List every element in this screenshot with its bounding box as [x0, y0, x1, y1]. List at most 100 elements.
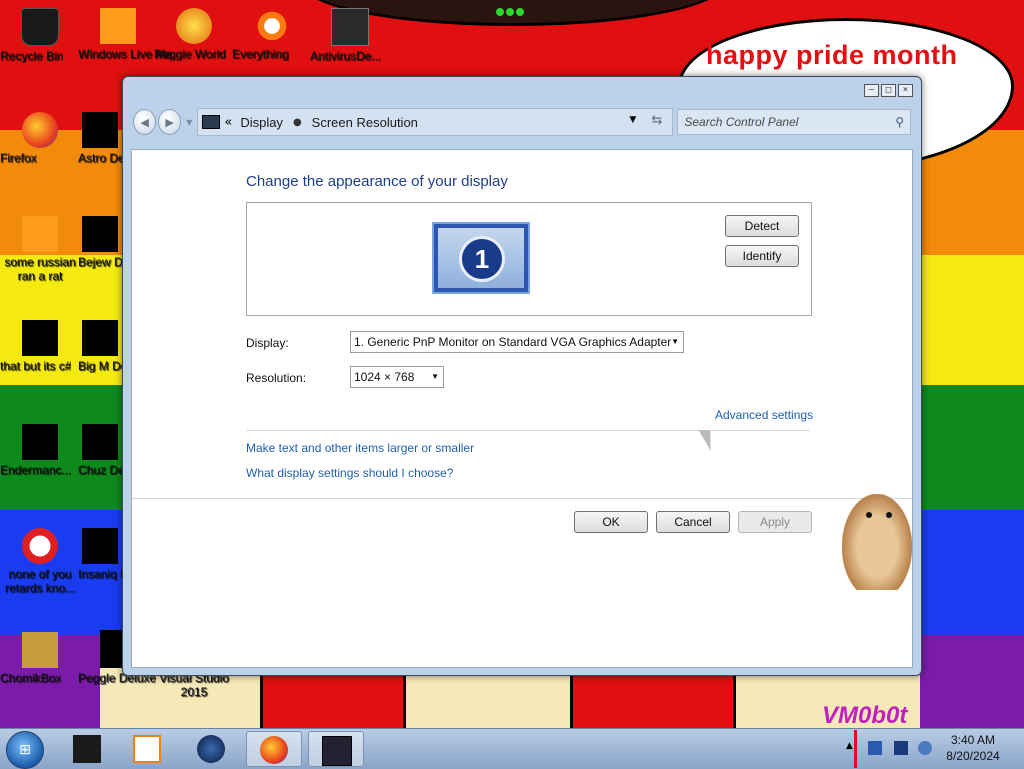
cancel-button[interactable]: Cancel	[656, 511, 730, 533]
display-select-value: 1. Generic PnP Monitor on Standard VGA G…	[354, 335, 672, 349]
back-arrow-icon: ◀	[140, 115, 149, 129]
taskbar-app-1[interactable]	[60, 731, 116, 767]
app-icon	[22, 424, 58, 460]
text-size-link[interactable]: Make text and other items larger or smal…	[246, 441, 474, 455]
monitor-icon[interactable]: 1	[432, 222, 530, 294]
desktop-icon-firefox[interactable]: Firefox	[0, 112, 80, 165]
identify-button[interactable]: Identify	[725, 245, 799, 267]
action-center-icon[interactable]	[894, 741, 908, 755]
chevron-down-icon: ▼	[431, 372, 439, 381]
network-icon[interactable]	[868, 741, 882, 755]
file-icon	[22, 320, 58, 356]
address-dropdown-icon[interactable]: ▼	[629, 115, 636, 125]
display-select[interactable]: 1. Generic PnP Monitor on Standard VGA G…	[350, 331, 684, 353]
file-icon	[22, 216, 58, 252]
page-title: Change the appearance of your display	[246, 173, 508, 190]
windows-logo-icon: ⊞	[19, 742, 31, 758]
desktop-icon-everything[interactable]: Everything	[232, 8, 312, 61]
everything-icon	[254, 8, 290, 44]
back-button[interactable]: ◀	[133, 109, 157, 135]
antivirus-icon	[331, 8, 369, 46]
desktop-icon-insaniquarium[interactable]: Insaniq Delu	[78, 528, 145, 581]
taskbar-app-firefox[interactable]	[246, 731, 302, 767]
speech-bubble-text: happy pride month	[706, 40, 958, 70]
apply-button[interactable]: Apply	[738, 511, 812, 533]
control-panel-icon	[202, 115, 221, 129]
black-box-icon	[73, 735, 101, 763]
window-controls: – □ ×	[864, 84, 913, 97]
desktop-icon-russian-rat[interactable]: some russian ran a rat	[0, 216, 80, 283]
refresh-icon[interactable]: ⇆	[651, 113, 662, 128]
footer-divider	[132, 498, 912, 499]
search-icon[interactable]: ⚲	[895, 115, 904, 129]
game-icon	[82, 112, 118, 148]
resolution-select-value: 1024 × 768	[354, 370, 415, 384]
chevron-down-icon: ▼	[671, 337, 679, 346]
resolution-label: Resolution:	[246, 371, 307, 385]
advanced-settings-link[interactable]: Advanced settings	[715, 408, 813, 422]
breadcrumb-separator-icon[interactable]: ●	[293, 117, 302, 128]
detect-button[interactable]: Detect	[725, 215, 799, 237]
monitor-number: 1	[459, 236, 505, 282]
breadcrumb-overflow-icon[interactable]: «	[224, 115, 232, 130]
display-help-link[interactable]: What display settings should I choose?	[246, 466, 453, 480]
peggle-icon	[176, 8, 212, 44]
breadcrumb-display[interactable]: Display	[240, 115, 283, 130]
firefox-icon	[22, 112, 58, 148]
show-hidden-icons-icon[interactable]: ▲	[846, 741, 853, 751]
breadcrumb[interactable]: « Display ● Screen Resolution ▼ ⇆	[197, 108, 674, 136]
chomikbox-icon	[22, 632, 58, 668]
recent-pages-dropdown[interactable]: ▼	[186, 118, 192, 127]
desktop-icon-endermanch[interactable]: Endermanc...	[0, 424, 80, 477]
search-placeholder: Search Control Panel	[684, 115, 799, 129]
desktop-icon-none-of-you[interactable]: none of you retards kno...	[0, 528, 80, 595]
wallpaper-dots	[496, 5, 528, 16]
globe-icon	[197, 735, 225, 763]
taskbar-app-globe[interactable]	[184, 731, 240, 767]
watermark-text: VM0b0t	[822, 702, 908, 729]
clock[interactable]: 3:40 AM 8/20/2024	[928, 732, 1018, 764]
desktop-icon-windows-live[interactable]: Windows Live Ma	[78, 8, 172, 61]
firefox-icon	[260, 736, 288, 764]
start-button[interactable]: ⊞	[6, 731, 44, 769]
forward-button[interactable]: ▶	[158, 109, 182, 135]
divider	[246, 430, 810, 431]
minimize-button[interactable]: –	[864, 84, 879, 97]
taskbar-app-media[interactable]	[120, 731, 176, 767]
clock-time: 3:40 AM	[950, 733, 996, 747]
resolution-select[interactable]: 1024 × 768 ▼	[350, 366, 444, 388]
desktop-icon-chomikbox[interactable]: ChomikBox	[0, 632, 80, 685]
desktop-icon-recycle-bin[interactable]: Recycle Bin	[0, 8, 80, 63]
desktop-icon-csharp[interactable]: that but its c#	[0, 320, 80, 373]
desktop-icon-chuzzle[interactable]: Chuz Delu	[78, 424, 134, 477]
address-bar: ◀ ▶ ▼ « Display ● Screen Resolution ▼ ⇆ …	[133, 106, 912, 138]
breadcrumb-screen-resolution[interactable]: Screen Resolution	[312, 115, 418, 130]
game-icon	[82, 320, 118, 356]
game-icon	[82, 216, 118, 252]
recycle-bin-icon	[21, 8, 59, 46]
taskbar-app-control-panel[interactable]	[308, 731, 364, 767]
desktop-icon-big-money[interactable]: Big M Delu	[78, 320, 137, 373]
screen-resolution-window: – □ × ◀ ▶ ▼ « Display ● Screen Resolutio…	[122, 76, 922, 676]
game-icon	[82, 528, 118, 564]
maximize-button[interactable]: □	[881, 84, 896, 97]
forward-arrow-icon: ▶	[165, 115, 174, 129]
clock-date: 8/20/2024	[946, 749, 1000, 763]
taskbar: ⊞ ▲ 3:40 AM 8/20/2024	[0, 728, 1024, 769]
file-icon	[22, 528, 58, 564]
monitor-arrangement-panel: 1 Detect Identify	[246, 202, 812, 316]
desktop-icon-antivirus[interactable]: AntivirusDe...	[310, 8, 390, 63]
game-icon	[82, 424, 118, 460]
window-content: Change the appearance of your display 1 …	[131, 149, 913, 668]
media-player-icon	[133, 735, 161, 763]
desktop-icon-astro[interactable]: Astro Delu	[78, 112, 134, 165]
ok-button[interactable]: OK	[574, 511, 648, 533]
display-label: Display:	[246, 336, 289, 350]
desktop-icon-bejeweled[interactable]: Bejew Delu	[78, 216, 139, 269]
close-button[interactable]: ×	[898, 84, 913, 97]
monitor-icon	[322, 736, 352, 766]
hamster-image	[842, 494, 912, 590]
windows-live-icon	[100, 8, 136, 44]
search-input[interactable]: Search Control Panel ⚲	[677, 109, 912, 135]
desktop-icon-peggle-world[interactable]: Peggle World	[154, 8, 234, 61]
